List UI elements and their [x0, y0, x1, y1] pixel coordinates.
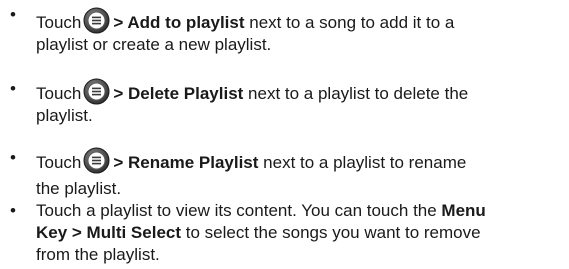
- line-1: Touch > Rename Playlist next to a playlis…: [36, 147, 561, 174]
- touch-text: Touch: [36, 153, 82, 172]
- list-item-add-to-playlist: • Touch > Add to playlist next to a song …: [0, 4, 569, 54]
- line-text: next to a playlist to rename: [258, 153, 467, 172]
- line-2: playlist or create a new playlist.: [36, 35, 272, 54]
- line-2: playlist.: [36, 106, 93, 125]
- list-item-text: Touch > Delete Playlist next to a playlis…: [36, 75, 561, 127]
- line-2: the playlist.: [36, 179, 122, 198]
- bullet: •: [10, 5, 16, 24]
- touch-text: Touch: [36, 13, 82, 32]
- line-text: to select the songs you want to remove: [181, 223, 481, 242]
- list-item-rename-playlist: • Touch > Rename Playlist next to a playl…: [0, 144, 569, 198]
- line-3: from the playlist.: [36, 245, 160, 264]
- add-to-playlist-label: > Add to playlist: [113, 13, 245, 32]
- list-item-view-playlist: • Touch a playlist to view its content. …: [0, 198, 569, 268]
- list-item-text: Touch a playlist to view its content. Yo…: [36, 200, 561, 266]
- bullet: •: [10, 148, 16, 167]
- menu-icon: [83, 147, 110, 174]
- touch-text: Touch: [36, 84, 82, 103]
- list-item-delete-playlist: • Touch > Delete Playlist next to a playl…: [0, 75, 569, 125]
- multi-select-label: Key > Multi Select: [36, 223, 182, 242]
- line-text: next to a song to add it to a: [244, 13, 455, 32]
- line-1: Touch > Delete Playlist next to a playlis…: [36, 78, 561, 105]
- menu-key-label: Menu: [441, 201, 486, 220]
- line-1: Touch > Add to playlist next to a song to…: [36, 7, 561, 34]
- bullet: •: [10, 79, 16, 98]
- list-item-text: Touch > Rename Playlist next to a playlis…: [36, 144, 561, 200]
- line-text: next to a playlist to delete the: [243, 84, 469, 103]
- line-text: Touch a playlist to view its content. Yo…: [36, 201, 442, 220]
- rename-playlist-label: > Rename Playlist: [113, 153, 259, 172]
- menu-icon: [83, 78, 110, 105]
- line-1: Touch a playlist to view its content. Yo…: [36, 200, 561, 222]
- line-2: Key > Multi Select to select the songs y…: [36, 222, 561, 244]
- list-item-text: Touch > Add to playlist next to a song to…: [36, 4, 561, 56]
- delete-playlist-label: > Delete Playlist: [113, 84, 244, 103]
- instruction-list: • Touch > Add to playlist next to a song …: [0, 0, 569, 269]
- menu-icon: [83, 7, 110, 34]
- bullet: •: [10, 201, 16, 220]
